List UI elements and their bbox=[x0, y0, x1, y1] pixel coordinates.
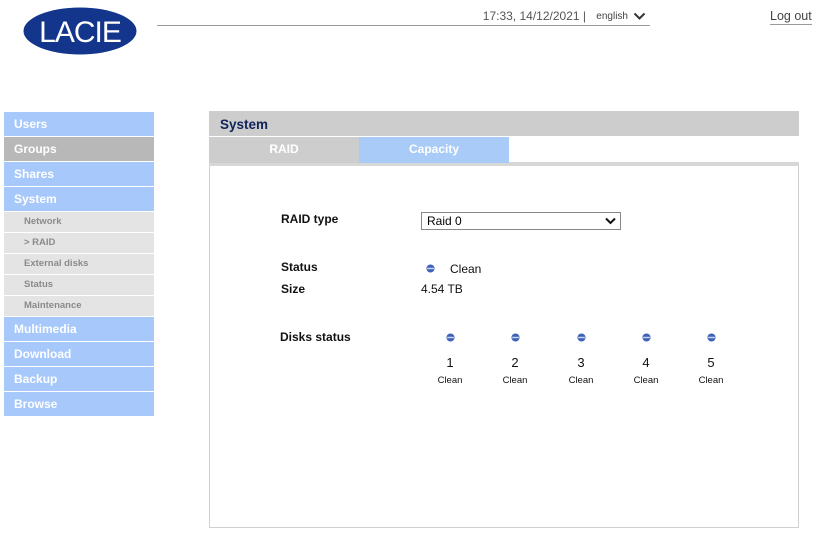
language-label: english bbox=[596, 11, 628, 22]
disk-status: Clean bbox=[437, 375, 463, 386]
chevron-down-icon bbox=[633, 12, 646, 20]
sidebar-subitem-raid[interactable]: > RAID bbox=[4, 233, 154, 253]
raid-type-value: Raid 0 bbox=[427, 214, 462, 228]
disk-status-item: 5 Clean bbox=[691, 333, 731, 386]
blue-status-led-icon bbox=[576, 333, 586, 342]
blue-status-led-icon bbox=[426, 264, 435, 273]
disk-number: 4 bbox=[642, 355, 650, 370]
sidebar-item-browse[interactable]: Browse bbox=[4, 392, 154, 416]
status-label: Status bbox=[281, 260, 318, 274]
sidebar-subitem-network[interactable]: Network bbox=[4, 212, 154, 232]
sidebar-item-users[interactable]: Users bbox=[4, 112, 154, 136]
size-value: 4.54 TB bbox=[421, 282, 463, 296]
blue-status-led-icon bbox=[510, 333, 520, 342]
sidebar-nav: Users Groups Shares System Network > RAI… bbox=[4, 112, 154, 417]
status-value: Clean bbox=[450, 262, 482, 276]
tab-capacity[interactable]: Capacity bbox=[359, 137, 509, 163]
disk-number: 3 bbox=[577, 355, 585, 370]
disk-status: Clean bbox=[698, 375, 724, 386]
disks-status-label: Disks status bbox=[280, 330, 351, 344]
disk-status-item: 2 Clean bbox=[495, 333, 535, 386]
language-selector[interactable]: english bbox=[596, 11, 646, 22]
disk-number: 2 bbox=[511, 355, 519, 370]
logout-link[interactable]: Log out bbox=[770, 9, 812, 25]
sidebar-item-shares[interactable]: Shares bbox=[4, 162, 154, 186]
blue-status-led-icon bbox=[706, 333, 716, 342]
sidebar-subitem-status[interactable]: Status bbox=[4, 275, 154, 295]
disk-status-item: 1 Clean bbox=[430, 333, 470, 386]
sidebar-subitem-external-disks[interactable]: External disks bbox=[4, 254, 154, 274]
raid-type-label: RAID type bbox=[281, 212, 339, 226]
blue-status-led-icon bbox=[445, 333, 455, 342]
sidebar-item-download[interactable]: Download bbox=[4, 342, 154, 366]
tab-bar: RAID Capacity bbox=[209, 137, 799, 166]
panel-title: System bbox=[209, 111, 799, 136]
sidebar-item-multimedia[interactable]: Multimedia bbox=[4, 317, 154, 341]
sidebar-subitem-maintenance[interactable]: Maintenance bbox=[4, 296, 154, 316]
size-label: Size bbox=[281, 282, 306, 296]
disk-number: 5 bbox=[707, 355, 715, 370]
svg-text:LACIE: LACIE bbox=[39, 16, 121, 49]
blue-status-led-icon bbox=[641, 333, 651, 342]
disk-status: Clean bbox=[568, 375, 594, 386]
disk-status: Clean bbox=[502, 375, 528, 386]
tab-raid[interactable]: RAID bbox=[209, 137, 359, 163]
disk-number: 1 bbox=[446, 355, 454, 370]
disk-status-item: 3 Clean bbox=[561, 333, 601, 386]
disk-status: Clean bbox=[633, 375, 659, 386]
chevron-down-icon bbox=[605, 217, 616, 225]
lacie-logo: LACIE bbox=[23, 7, 137, 55]
top-bar: 17:33, 14/12/2021 | english bbox=[157, 9, 650, 26]
raid-type-select[interactable]: Raid 0 bbox=[421, 212, 621, 230]
sidebar-item-groups[interactable]: Groups bbox=[4, 137, 154, 161]
datetime-text: 17:33, 14/12/2021 | bbox=[482, 9, 586, 23]
disk-status-item: 4 Clean bbox=[626, 333, 666, 386]
sidebar-item-backup[interactable]: Backup bbox=[4, 367, 154, 391]
sidebar-item-system[interactable]: System bbox=[4, 187, 154, 211]
